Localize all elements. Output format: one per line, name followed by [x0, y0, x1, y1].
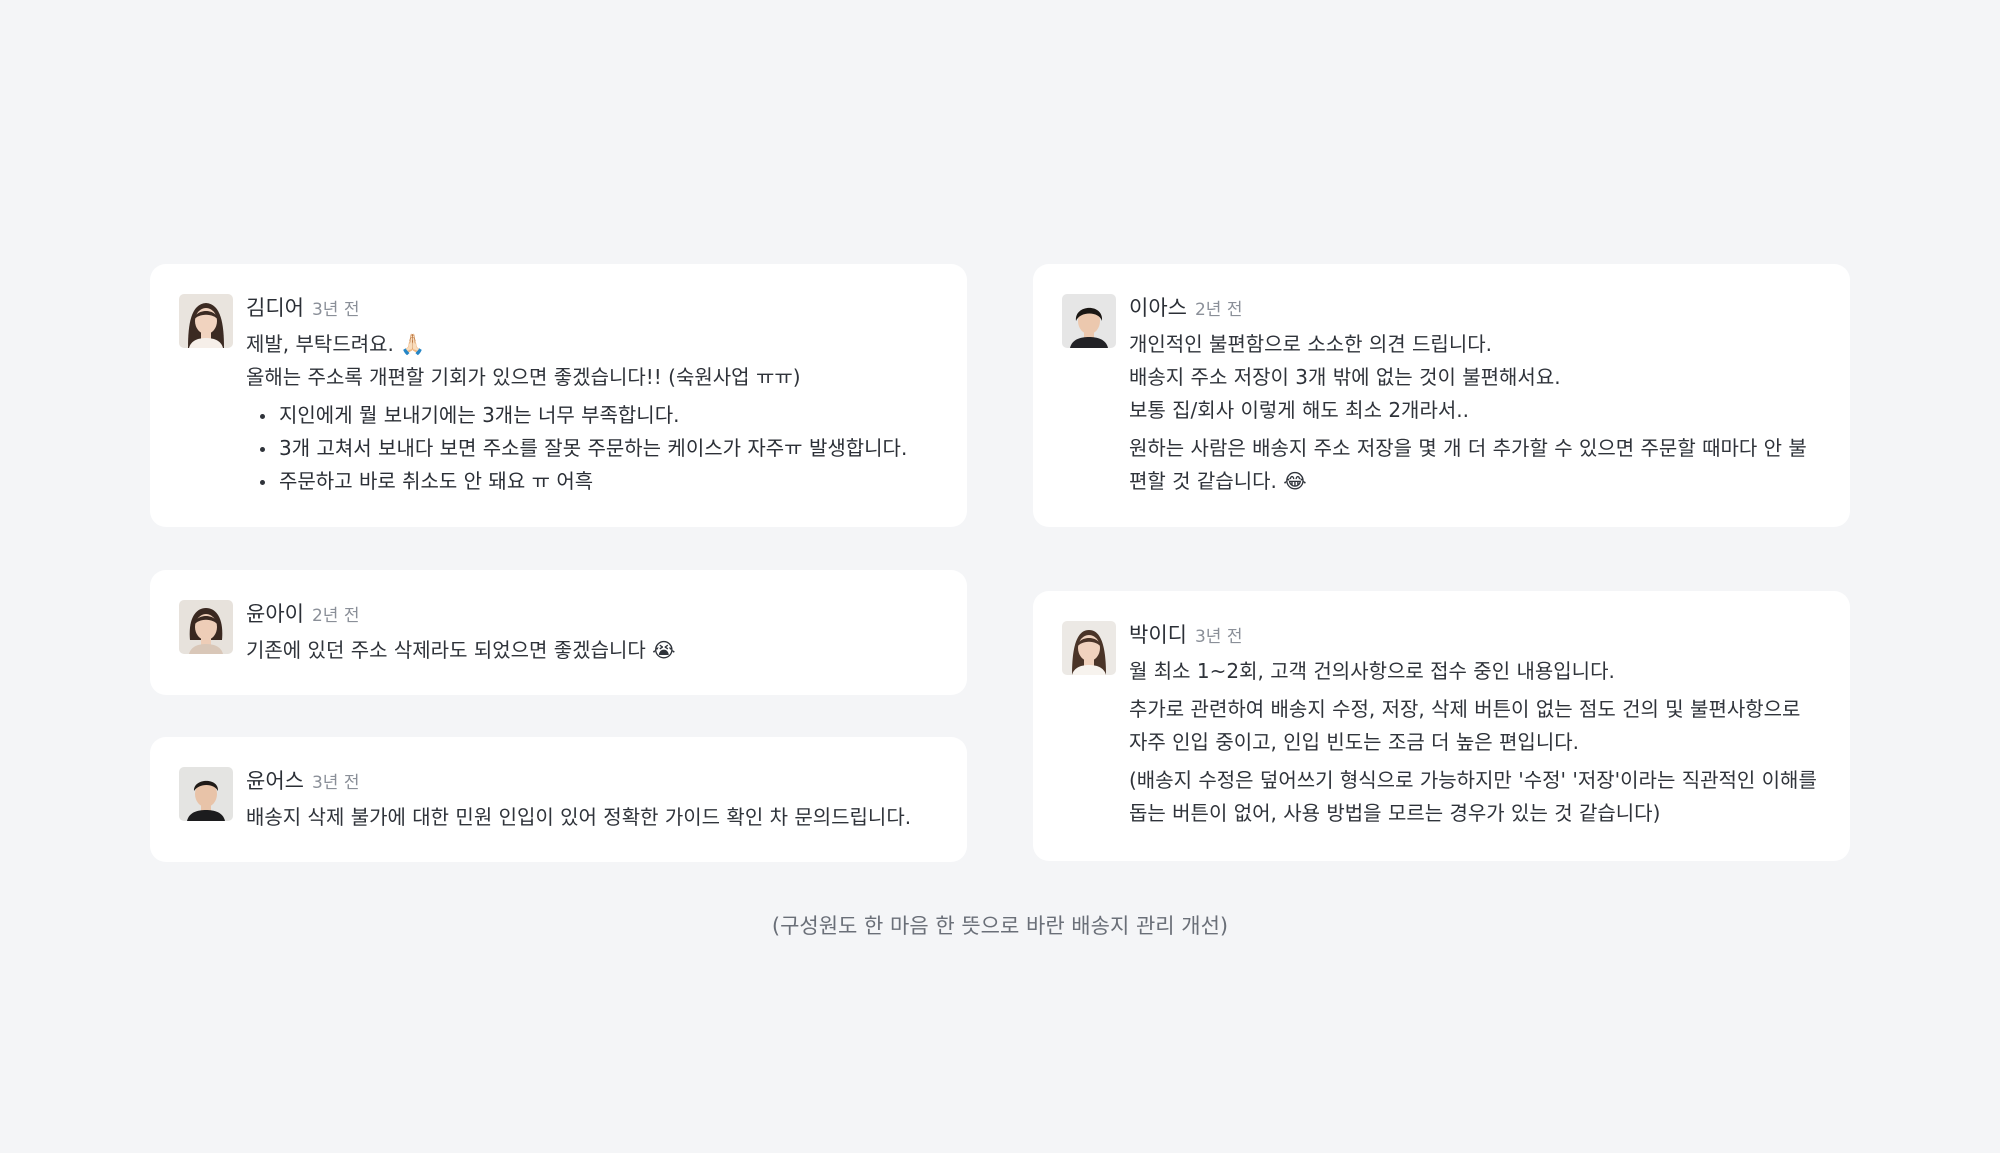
avatar[interactable]	[179, 767, 233, 821]
comment-line: 개인적인 불편함으로 소소한 의견 드립니다.	[1129, 332, 1492, 356]
comment-card: 박이디 3년 전 월 최소 1~2회, 고객 건의사항으로 접수 중인 내용입니…	[1033, 591, 1850, 861]
comment-line: 기존에 있던 주소 삭제라도 되었으면 좋겠습니다 😭	[246, 638, 676, 662]
avatar[interactable]	[1062, 294, 1116, 348]
author-name: 윤어스	[246, 769, 304, 793]
bullet-item: 3개 고쳐서 보내다 보면 주소를 잘못 주문하는 케이스가 자주ㅠ 발생합니다…	[246, 432, 937, 465]
comment-line: 월 최소 1~2회, 고객 건의사항으로 접수 중인 내용입니다.	[1129, 659, 1615, 683]
comment-text: 원하는 사람은 배송지 주소 저장을 몇 개 더 추가할 수 있으면 주문할 때…	[1129, 436, 1807, 493]
avatar[interactable]	[179, 600, 233, 654]
comment-text: (배송지 수정은 덮어쓰기 형식으로 가능하지만 '수정' '저장'이라는 직관…	[1129, 768, 1817, 825]
comment-line: 배송지 삭제 불가에 대한 민원 인입이 있어 정확한 가이드 확인 차 문의드…	[246, 805, 912, 829]
timestamp: 3년 전	[311, 773, 360, 793]
comment-line: 올해는 주소록 개편할 기회가 있으면 좋겠습니다!! (숙원사업 ㅠㅠ)	[246, 365, 801, 389]
bullet-item: 지인에게 뭘 보내기에는 3개는 너무 부족합니다.	[246, 399, 937, 432]
timestamp: 3년 전	[311, 300, 360, 320]
author-name: 김디어	[246, 296, 304, 320]
comment-card: 이아스 2년 전 개인적인 불편함으로 소소한 의견 드립니다. 배송지 주소 …	[1033, 264, 1850, 527]
comment-card: 윤어스 3년 전 배송지 삭제 불가에 대한 민원 인입이 있어 정확한 가이드…	[150, 737, 967, 862]
comment-paragraph: 원하는 사람은 배송지 주소 저장을 몇 개 더 추가할 수 있으면 주문할 때…	[1129, 432, 1820, 498]
comment-card: 김디어 3년 전 제발, 부탁드려요. 🙏🏻 올해는 주소록 개편할 기회가 있…	[150, 264, 967, 527]
comment-card: 윤아이 2년 전 기존에 있던 주소 삭제라도 되었으면 좋겠습니다 😭	[150, 570, 967, 695]
comment-paragraph: (배송지 수정은 덮어쓰기 형식으로 가능하지만 '수정' '저장'이라는 직관…	[1129, 764, 1820, 830]
author-name: 박이디	[1129, 623, 1187, 647]
comment-line: 제발, 부탁드려요. 🙏🏻	[246, 332, 426, 356]
avatar[interactable]	[179, 294, 233, 348]
timestamp: 2년 전	[1194, 300, 1243, 320]
bullet-list: 지인에게 뭘 보내기에는 3개는 너무 부족합니다. 3개 고쳐서 보내다 보면…	[246, 399, 937, 498]
author-name: 이아스	[1129, 296, 1187, 320]
avatar[interactable]	[1062, 621, 1116, 675]
timestamp: 2년 전	[311, 606, 360, 626]
comment-text: 추가로 관련하여 배송지 수정, 저장, 삭제 버튼이 없는 점도 건의 및 불…	[1129, 697, 1801, 754]
comment-paragraph: 추가로 관련하여 배송지 수정, 저장, 삭제 버튼이 없는 점도 건의 및 불…	[1129, 693, 1820, 759]
caption: (구성원도 한 마음 한 뜻으로 바란 배송지 관리 개선)	[771, 914, 1229, 938]
timestamp: 3년 전	[1194, 627, 1243, 647]
author-name: 윤아이	[246, 602, 304, 626]
bullet-item: 주문하고 바로 취소도 안 돼요 ㅠ 어흑	[246, 465, 937, 498]
comment-line: 배송지 주소 저장이 3개 밖에 없는 것이 불편해서요.	[1129, 365, 1561, 389]
comment-line: 보통 집/회사 이렇게 해도 최소 2개라서..	[1129, 398, 1469, 422]
